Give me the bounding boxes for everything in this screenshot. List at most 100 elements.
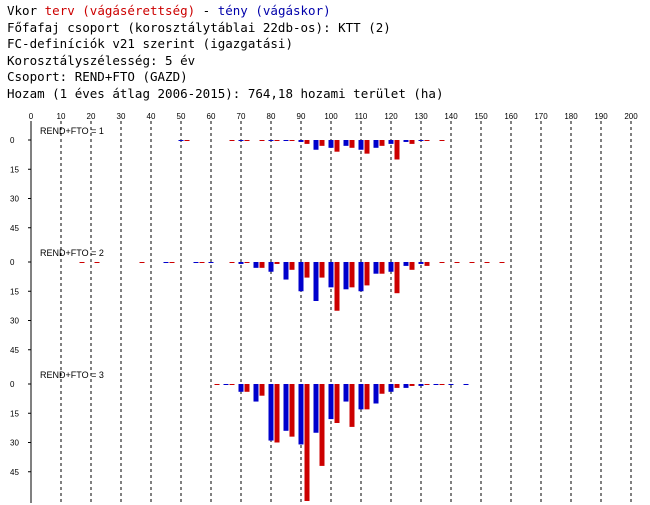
x-tick-label: 70	[237, 112, 246, 121]
actual-bar	[358, 262, 364, 292]
actual-bar	[358, 384, 364, 410]
actual-bar	[298, 384, 304, 445]
actual-bar	[283, 262, 289, 280]
actual-bar	[223, 384, 229, 385]
actual-bar	[388, 384, 394, 392]
actual-bar	[253, 262, 259, 268]
actual-bar	[373, 384, 379, 404]
actual-bar	[343, 384, 349, 402]
plan-bar	[229, 384, 235, 385]
actual-bar	[403, 384, 409, 388]
plan-bar	[349, 140, 355, 148]
plan-bar	[394, 384, 400, 388]
age-class-bar-chart: 0 10 20 30 40 50 60 70 80 90 100 110 120 130 140 150 160…	[10, 112, 638, 503]
plan-bar	[409, 384, 415, 386]
actual-bar	[373, 262, 379, 274]
plan-bar	[319, 384, 325, 466]
x-tick-label: 200	[624, 112, 638, 121]
actual-bar	[463, 384, 469, 385]
plan-bar	[274, 384, 280, 443]
actual-bar	[163, 262, 169, 263]
x-tick-label: 140	[444, 112, 458, 121]
actual-bar	[328, 384, 334, 420]
plan-bar	[184, 140, 190, 141]
actual-bar	[343, 262, 349, 290]
plan-bar	[319, 140, 325, 146]
actual-bar	[343, 140, 349, 146]
x-tick-label: 20	[87, 112, 96, 121]
y-tick-label: 15	[10, 165, 19, 174]
plan-bar	[259, 262, 265, 268]
plan-bar	[409, 140, 415, 144]
x-tick-label: 160	[504, 112, 518, 121]
x-tick-label: 120	[384, 112, 398, 121]
y-tick-label: 0	[10, 380, 15, 389]
plan-bar	[349, 384, 355, 427]
y-tick-label: 30	[10, 317, 19, 326]
y-tick-label: 15	[10, 287, 19, 296]
plan-bar	[304, 384, 310, 501]
actual-bar	[283, 140, 289, 141]
plan-bar	[379, 262, 385, 274]
plan-bar	[199, 262, 205, 263]
x-tick-label: 190	[594, 112, 608, 121]
plan-bar	[289, 384, 295, 437]
plan-bar	[94, 262, 100, 263]
x-tick-label: 130	[414, 112, 428, 121]
y-tick-label: 45	[10, 346, 19, 355]
plan-bar	[334, 262, 340, 311]
plan-bar	[304, 140, 310, 144]
plan-bar	[409, 262, 415, 270]
y-tick-label: 45	[10, 468, 19, 477]
plan-bar	[424, 262, 430, 266]
x-tick-label: 90	[297, 112, 306, 121]
y-tick-label: 30	[10, 195, 19, 204]
plan-bar	[139, 262, 145, 263]
plan-bar	[289, 262, 295, 270]
actual-bar	[328, 140, 334, 148]
x-tick-label: 0	[29, 112, 34, 121]
actual-bar	[253, 384, 259, 402]
plan-bar	[334, 384, 340, 423]
actual-bar	[403, 262, 409, 266]
actual-bar	[448, 384, 454, 385]
actual-bar	[208, 262, 214, 263]
x-tick-label: 110	[355, 112, 368, 121]
actual-bar	[433, 384, 439, 385]
plan-bar	[454, 262, 460, 263]
x-tick-label: 80	[267, 112, 276, 121]
actual-bar	[298, 262, 304, 292]
actual-bar	[268, 140, 274, 141]
plan-bar	[364, 140, 370, 154]
plan-bar	[319, 262, 325, 278]
actual-bar	[418, 384, 424, 386]
plan-bar	[439, 262, 445, 263]
plan-bar	[214, 384, 220, 385]
actual-bar	[418, 140, 424, 141]
panel-label: REND+FTO = 2	[40, 248, 104, 258]
actual-bar	[328, 262, 334, 288]
plan-bar	[259, 384, 265, 396]
actual-bar	[238, 384, 244, 392]
x-tick-label: 10	[57, 112, 66, 121]
actual-bar	[283, 384, 289, 431]
actual-bar	[238, 262, 244, 264]
x-tick-label: 30	[117, 112, 126, 121]
y-tick-label: 0	[10, 136, 15, 145]
actual-bar	[313, 384, 319, 433]
plan-bar	[244, 384, 250, 392]
plan-bar	[439, 140, 445, 141]
actual-bar	[268, 262, 274, 272]
actual-bar	[388, 140, 394, 144]
plan-bar	[469, 262, 475, 263]
plan-bar	[79, 262, 85, 263]
actual-bar	[193, 262, 199, 263]
actual-bar	[388, 262, 394, 272]
plan-bar	[304, 262, 310, 278]
plan-bar	[169, 262, 175, 263]
plan-bar	[334, 140, 340, 152]
actual-bar	[313, 140, 319, 150]
y-tick-label: 15	[10, 409, 19, 418]
plan-bar	[244, 262, 250, 263]
actual-bar	[298, 140, 304, 142]
